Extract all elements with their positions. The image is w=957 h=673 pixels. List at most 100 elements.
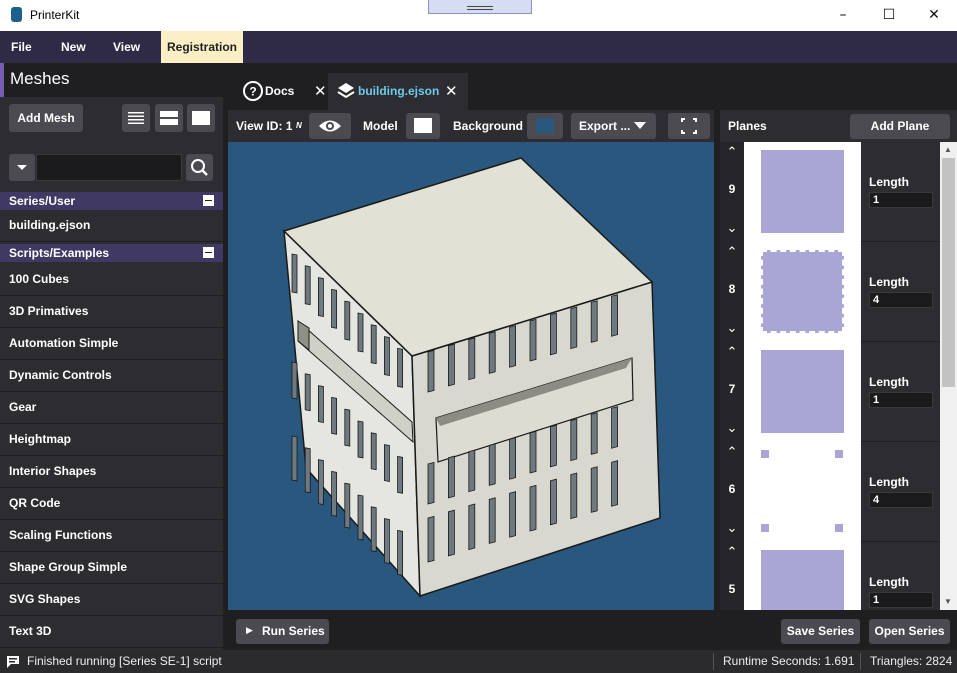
group-header-scripts-examples[interactable]: Scripts/Examples [0,244,223,262]
window-slit [318,277,324,317]
fullscreen-icon [681,118,697,134]
building-model-render[interactable] [228,142,714,610]
menu-file[interactable]: File [5,31,38,63]
minimize-button[interactable]: – [820,0,866,31]
close-icon[interactable]: ✕ [314,73,327,110]
group-header-series-user[interactable]: Series/User [0,192,223,210]
group-label: Series/User [9,194,76,208]
move-down-icon[interactable]: ⌄ [722,319,742,339]
model-color-button[interactable] [406,113,440,139]
add-plane-button[interactable]: Add Plane [850,114,950,139]
save-series-button[interactable]: Save Series [781,619,860,644]
menu-view[interactable]: View [107,31,146,63]
move-up-icon[interactable]: ⌃ [722,443,742,463]
search-input[interactable] [36,154,182,181]
collapse-icon[interactable] [203,247,214,258]
maximize-button[interactable]: ☐ [866,0,912,31]
window-slit [427,461,435,505]
move-down-icon[interactable]: ⌄ [722,219,742,239]
scrollbar-thumb[interactable] [942,158,955,387]
length-input[interactable] [869,392,933,408]
length-input[interactable] [869,292,933,308]
list-item[interactable]: 3D Primatives [0,296,223,328]
scroll-up-icon[interactable]: ▲ [944,145,952,154]
list-item[interactable]: Shape Group Simple [0,552,223,584]
open-series-button[interactable]: Open Series [869,619,950,644]
close-icon[interactable]: ✕ [445,73,458,110]
background-label: Background [453,119,524,133]
plane-thumbnail[interactable] [744,242,861,342]
list-item[interactable]: Automation Simple [0,328,223,360]
two-rows-icon [160,111,178,125]
meshes-sidebar: Meshes Add Mesh Series/User building.ejs… [0,63,223,650]
list-item[interactable]: Dynamic Controls [0,360,223,392]
move-up-icon[interactable]: ⌃ [722,543,742,563]
window-slit [590,300,598,343]
svg-text:?: ? [249,85,256,99]
list-item[interactable]: Heightmap [0,424,223,456]
plane-thumbnail[interactable] [744,142,861,242]
plane-thumbnail[interactable] [744,542,861,610]
window-slit [570,472,578,520]
move-down-icon[interactable]: ⌄ [722,519,742,539]
scroll-down-icon[interactable]: ▼ [944,597,952,606]
run-series-label: Run Series [262,624,325,638]
tab-building[interactable]: building.ejson ✕ [328,73,468,110]
list-item[interactable]: Text 3D [0,616,223,648]
collapse-icon[interactable] [203,195,214,206]
list-item[interactable]: 100 Cubes [0,264,223,296]
add-mesh-button[interactable]: Add Mesh [9,104,83,132]
window-slit [344,408,351,447]
single-view-button[interactable] [187,104,215,132]
list-item[interactable]: Scaling Functions [0,520,223,552]
search-button[interactable] [186,154,213,181]
fullscreen-button[interactable] [668,113,710,139]
plane-thumbnail[interactable] [744,442,861,542]
close-window-button[interactable]: ✕ [911,0,957,31]
play-icon: ▶ [246,626,253,636]
move-up-icon[interactable]: ⌃ [722,343,742,363]
menu-registration[interactable]: Registration [161,31,244,63]
window-slit [331,288,337,329]
plane-row: ⌃ 9 ⌄ Length [720,142,940,242]
move-down-icon[interactable]: ⌄ [722,419,742,439]
title-bar: PrinterKit – ☐ ✕ [0,0,957,31]
plane-thumbnail[interactable] [744,342,861,442]
length-label: Length [869,575,909,589]
move-up-icon[interactable]: ⌃ [722,243,742,263]
runtime-seconds: Runtime Seconds: 1.691 [723,654,855,668]
list-item[interactable]: Gear [0,392,223,424]
window-slit [509,437,517,480]
visibility-toggle[interactable] [309,113,351,139]
list-item[interactable]: Interior Shapes [0,456,223,488]
plane-index-column: ⌃ 6 ⌄ [720,442,744,542]
planes-scrollbar[interactable]: ▲ ▼ [940,142,957,610]
tab-docs[interactable]: ? Docs ✕ [238,73,333,110]
move-up-icon[interactable]: ⌃ [722,143,742,163]
list-item[interactable]: building.ejson [0,210,223,242]
plane-corner [761,450,769,458]
search-dropdown[interactable] [9,154,35,181]
list-item[interactable]: SVG Shapes [0,584,223,616]
length-input[interactable] [869,192,933,208]
window-slit [529,430,537,474]
window-slit [549,478,557,526]
tab-label: building.ejson [358,84,440,98]
run-series-button[interactable]: ▶ Run Series [236,619,329,644]
background-color-button[interactable] [527,113,563,139]
length-input[interactable] [869,592,933,608]
list-item[interactable]: QR Code [0,488,223,520]
compact-view-button[interactable] [155,104,183,132]
window-slit [383,444,390,482]
list-view-button[interactable] [122,104,150,132]
window-slit [331,470,337,517]
menu-new[interactable]: New [55,31,92,63]
window-slit [447,455,455,499]
drag-handle[interactable] [428,0,532,14]
length-input[interactable] [869,492,933,508]
window-slit [383,336,390,376]
window-title: PrinterKit [30,8,80,22]
view-id-suffix: N [296,121,302,130]
3d-viewport[interactable] [228,142,714,610]
export-button[interactable]: Export ... [571,113,656,139]
